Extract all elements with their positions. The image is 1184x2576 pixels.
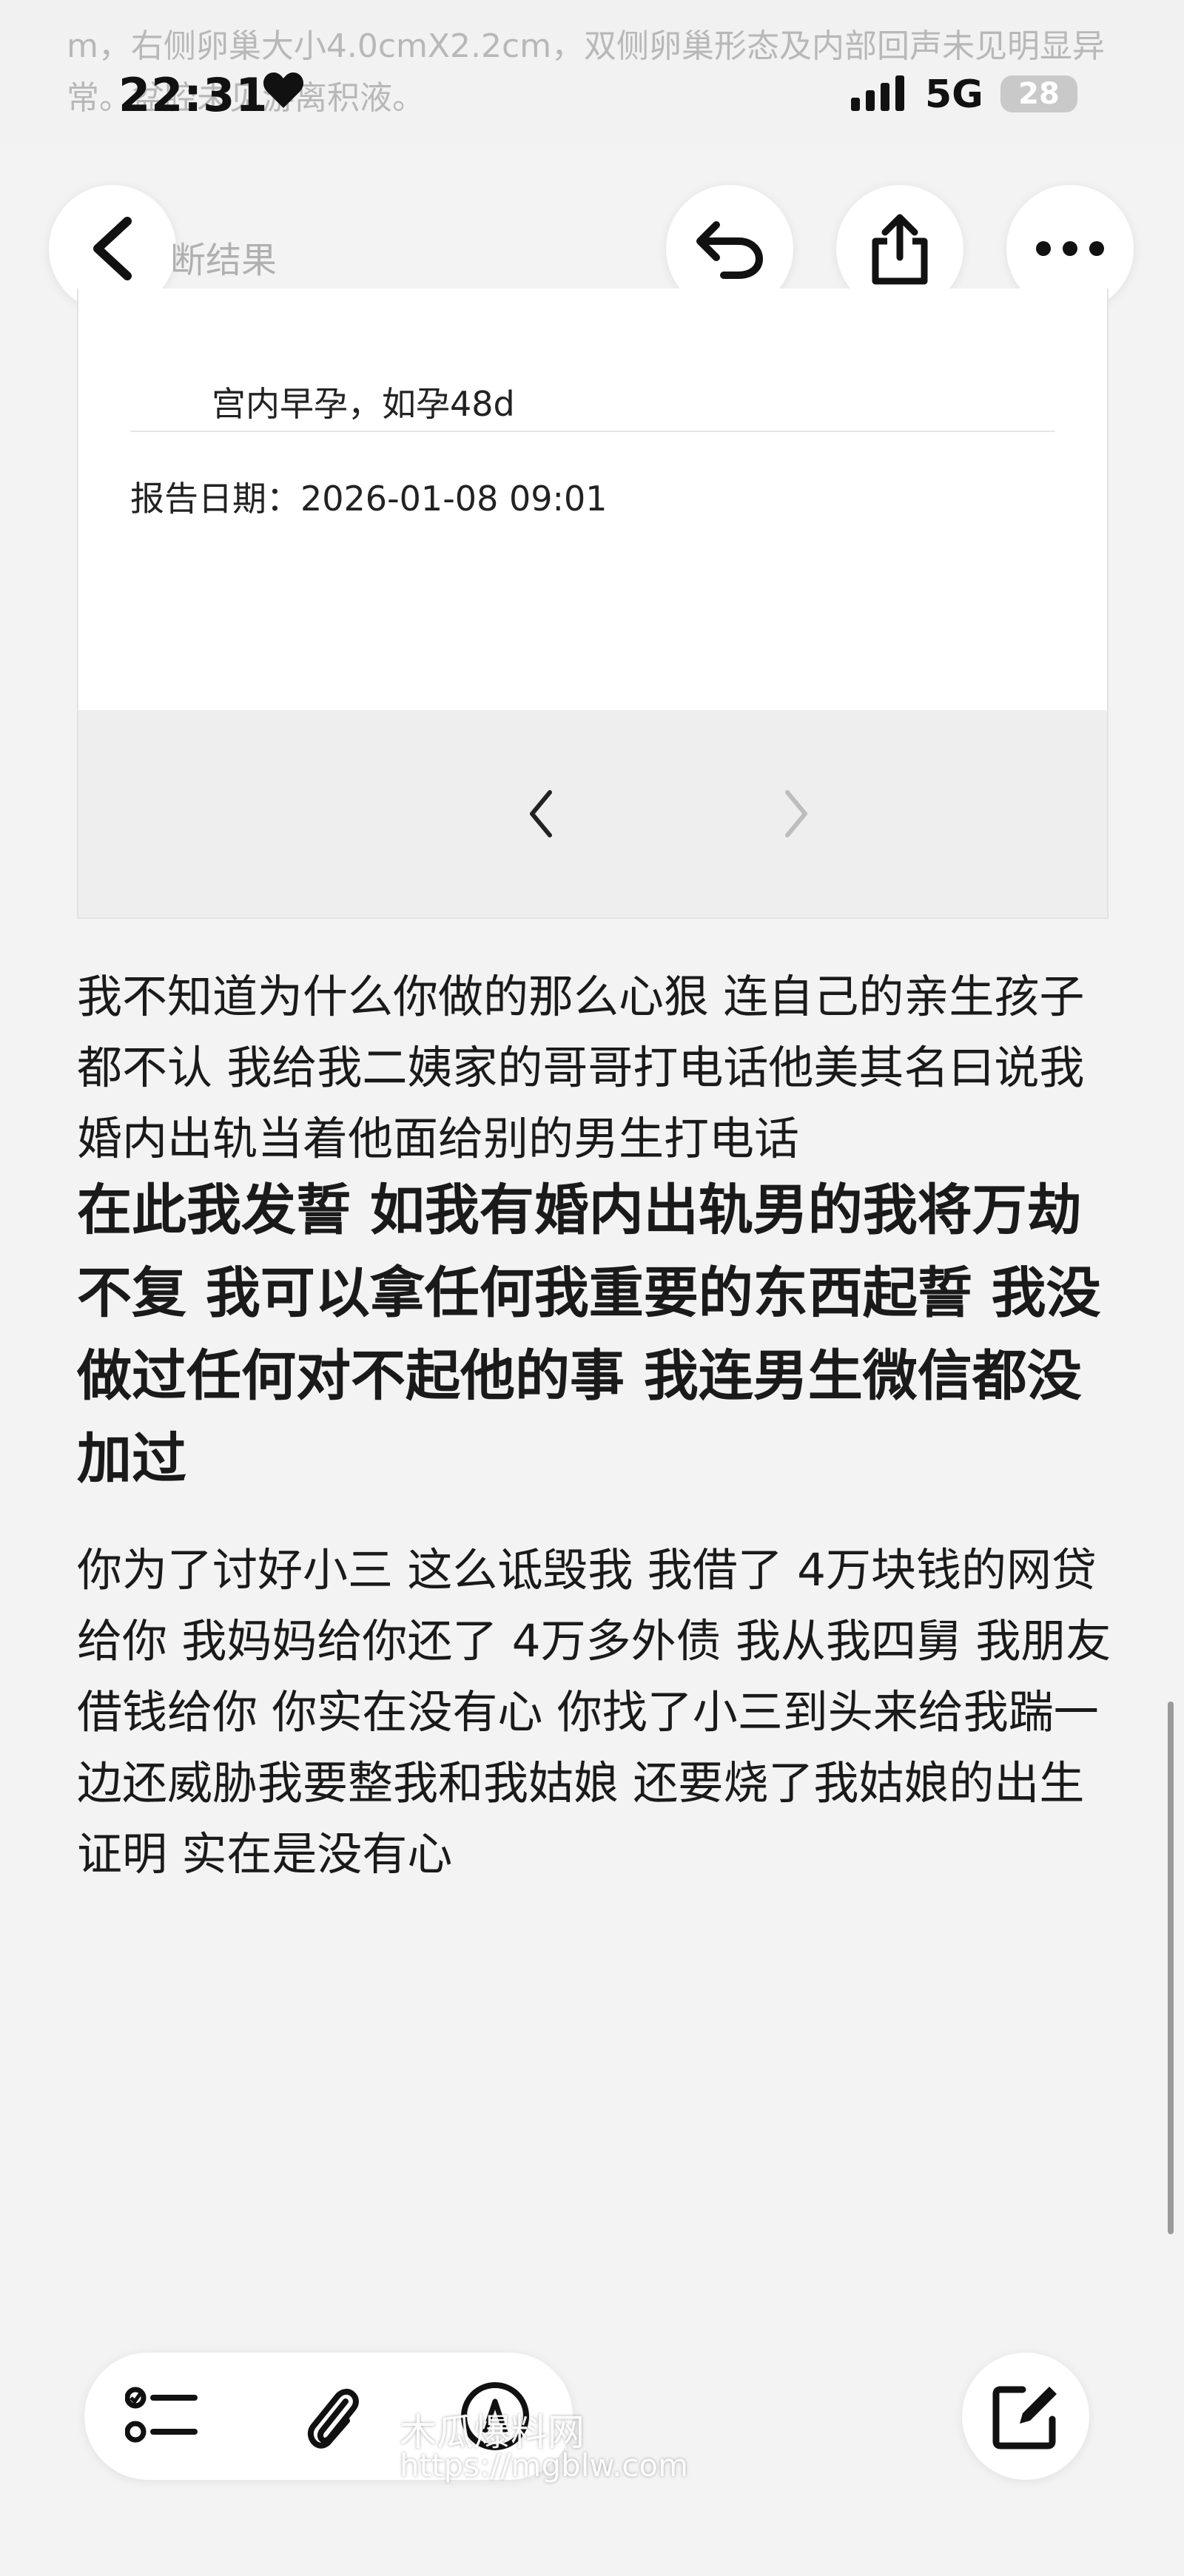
heart-icon <box>263 73 304 108</box>
share-icon <box>872 214 928 285</box>
chevron-left-icon <box>530 790 552 837</box>
network-type: 5G <box>925 73 983 117</box>
signal-icon <box>851 75 904 111</box>
card-divider <box>130 431 1055 432</box>
paperclip-icon <box>307 2389 359 2449</box>
compose-button[interactable] <box>962 2353 1089 2480</box>
undo-icon <box>696 221 764 279</box>
watermark-url: https://mgblw.com <box>400 2447 688 2484</box>
checklist-icon <box>125 2387 198 2443</box>
diagnosis-text: 宫内早孕，如孕48d <box>212 384 515 424</box>
battery-indicator: 28 <box>1000 75 1077 112</box>
report-card: 宫内早孕，如孕48d 报告日期：2026-01-08 09:01 <box>77 289 1109 919</box>
note-paragraph-1[interactable]: 我不知道为什么你做的那么心狠 连自己的亲生孩子都不认 我给我二姨家的哥哥打电话他… <box>77 962 1128 1175</box>
scrollbar[interactable] <box>1168 1702 1174 2234</box>
note-paragraph-2-bold[interactable]: 在此我发誓 如我有婚内出轨男的我将万劫不复 我可以拿任何我重要的东西起誓 我没做… <box>77 1169 1128 1500</box>
more-icon <box>1036 241 1104 256</box>
checklist-button[interactable] <box>121 2376 203 2457</box>
compose-icon <box>992 2386 1057 2449</box>
chevron-right-icon <box>785 790 807 837</box>
report-date: 报告日期：2026-01-08 09:01 <box>130 472 608 521</box>
note-paragraph-3[interactable]: 你为了讨好小三 这么诋毁我 我借了 4万块钱的网贷给你 我妈妈给你还了 4万多外… <box>77 1535 1128 1890</box>
report-date-value: 2026-01-08 09:01 <box>300 479 608 519</box>
status-time: 22:31 <box>118 68 269 122</box>
status-bar: m，右侧卵巢大小4.0cmX2.2cm，双侧卵巢形态及内部回声未见明显异常。盆腔… <box>0 0 1184 185</box>
nav-title: 断结果 <box>170 240 278 281</box>
next-page-button[interactable] <box>767 777 826 851</box>
chevron-left-icon <box>93 217 132 280</box>
card-pager <box>78 710 1107 917</box>
attach-button[interactable] <box>292 2376 373 2457</box>
prev-page-button[interactable] <box>511 777 571 851</box>
report-date-label: 报告日期： <box>130 479 300 519</box>
